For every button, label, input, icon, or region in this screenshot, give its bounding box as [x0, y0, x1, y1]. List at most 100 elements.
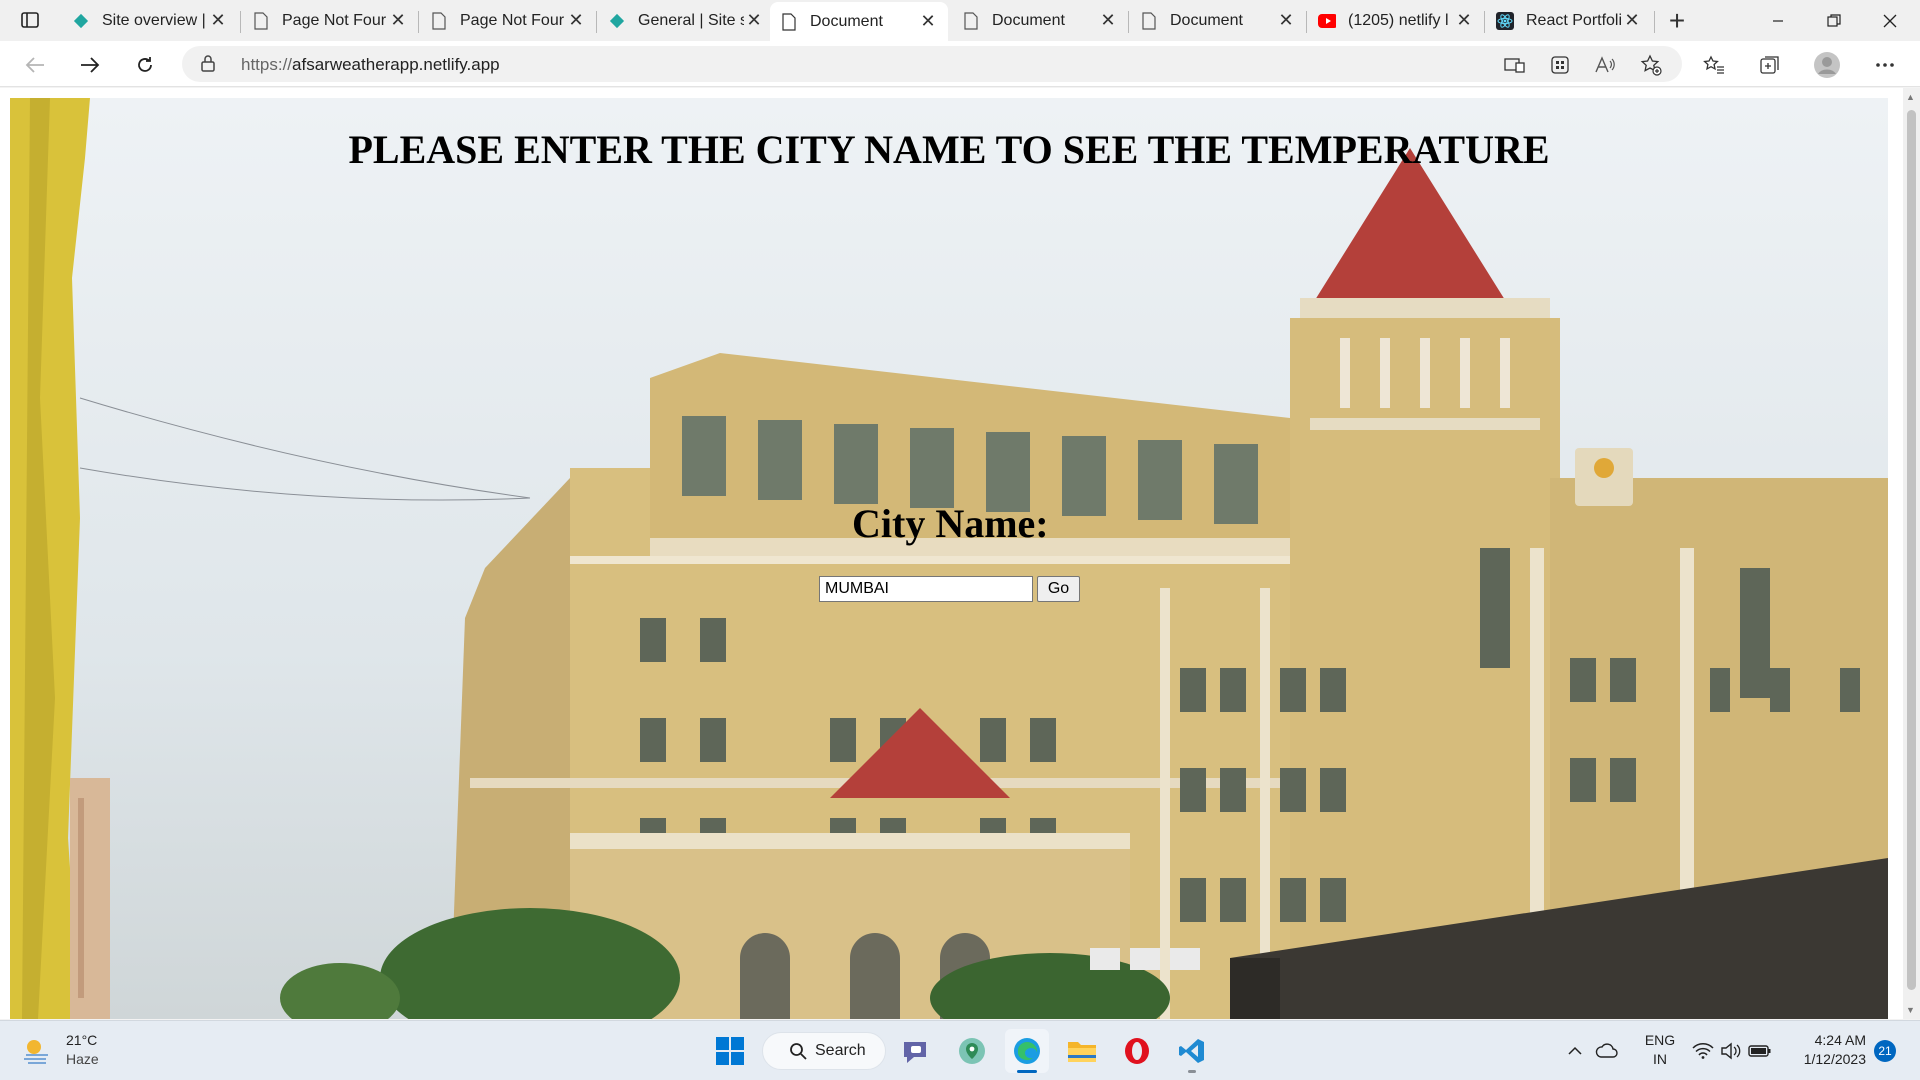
- app-available-icon: [1504, 58, 1525, 73]
- favorites-button[interactable]: [1699, 50, 1729, 80]
- tab-youtube-netlify[interactable]: (1205) netlify l ✕: [1308, 3, 1484, 38]
- youtube-icon: [1318, 12, 1336, 30]
- clock-date: 1/12/2023: [1803, 1051, 1866, 1067]
- tab-close-icon[interactable]: ✕: [388, 10, 408, 31]
- go-button[interactable]: Go: [1037, 576, 1080, 602]
- close-window-button[interactable]: [1862, 0, 1918, 41]
- tab-document-2[interactable]: Document ✕: [952, 3, 1128, 38]
- show-hidden-icons-button[interactable]: [1562, 1029, 1588, 1073]
- tab-close-icon[interactable]: ✕: [1098, 10, 1118, 31]
- page-headline: PLEASE ENTER THE CITY NAME TO SEE THE TE…: [348, 127, 1550, 172]
- windows-logo-icon: [716, 1037, 744, 1065]
- collections-button[interactable]: [1755, 50, 1785, 80]
- tab-react-portfolio[interactable]: React Portfolic ✕: [1486, 3, 1652, 38]
- chevron-up-icon: [1568, 1046, 1582, 1055]
- city-input[interactable]: [819, 576, 1033, 602]
- favorites-icon: [1703, 55, 1724, 74]
- back-button[interactable]: [18, 48, 52, 82]
- tab-close-icon[interactable]: ✕: [744, 10, 764, 31]
- forward-button[interactable]: [73, 48, 107, 82]
- city-name-label: City Name:: [852, 501, 1049, 546]
- new-tab-button[interactable]: +: [1662, 5, 1692, 36]
- chat-icon: [904, 1042, 926, 1063]
- page-icon: [962, 11, 980, 30]
- vertical-scrollbar[interactable]: ▲ ▼: [1903, 88, 1920, 1019]
- weather-temperature: 21°C: [66, 1032, 98, 1048]
- netlify-diamond-icon: [608, 12, 626, 30]
- tab-close-icon[interactable]: ✕: [918, 11, 938, 32]
- collections-icon: [1760, 56, 1779, 74]
- refresh-button[interactable]: [128, 48, 162, 82]
- back-arrow-icon: [25, 57, 44, 73]
- vscode-icon: [1179, 1039, 1204, 1063]
- settings-more-button[interactable]: [1870, 50, 1900, 80]
- page-icon: [430, 11, 448, 30]
- star-add-icon: [1640, 54, 1662, 76]
- volume-status[interactable]: [1718, 1029, 1744, 1073]
- map-pin-app-icon: [959, 1038, 985, 1064]
- url-text[interactable]: https://afsarweatherapp.netlify.app: [241, 55, 500, 75]
- tab-strip: Site overview | ✕ Page Not Four ✕ Page N…: [0, 0, 1920, 41]
- active-app-indicator: [1017, 1070, 1037, 1073]
- maps-app-button[interactable]: [950, 1029, 994, 1073]
- tab-page-not-found-1[interactable]: Page Not Four ✕: [242, 3, 418, 38]
- app-available-button[interactable]: [1500, 50, 1530, 80]
- file-explorer-button[interactable]: [1060, 1029, 1104, 1073]
- url-scheme: https://: [241, 55, 293, 74]
- scrollbar-thumb[interactable]: [1907, 110, 1916, 990]
- teams-chat-button[interactable]: [894, 1029, 938, 1073]
- apps-grid-button[interactable]: [1545, 50, 1575, 80]
- tab-title: Page Not Four: [460, 11, 565, 29]
- clock[interactable]: 4:24 AM 1/12/2023: [1790, 1031, 1866, 1069]
- battery-status[interactable]: [1746, 1029, 1774, 1073]
- tab-page-not-found-2[interactable]: Page Not Four ✕: [420, 3, 596, 38]
- tab-general-site-settings[interactable]: General | Site s ✕: [598, 3, 774, 38]
- tab-title: (1205) netlify l: [1348, 11, 1449, 29]
- tab-divider: [1306, 11, 1307, 33]
- speaker-icon: [1721, 1042, 1741, 1060]
- opera-browser-button[interactable]: [1115, 1029, 1159, 1073]
- tab-actions-button[interactable]: [10, 5, 50, 35]
- tab-title: Site overview |: [102, 11, 206, 29]
- onedrive-button[interactable]: [1592, 1029, 1622, 1073]
- read-aloud-button[interactable]: [1590, 50, 1620, 80]
- lock-icon[interactable]: [200, 54, 216, 77]
- close-icon: [1883, 14, 1897, 27]
- weather-widget[interactable]: 21°C Haze: [20, 1031, 99, 1069]
- clock-time: 4:24 AM: [1814, 1032, 1866, 1048]
- taskbar-search[interactable]: Search: [762, 1032, 886, 1070]
- wifi-status[interactable]: [1690, 1029, 1716, 1073]
- restore-button[interactable]: [1806, 0, 1862, 41]
- tab-close-icon[interactable]: ✕: [1622, 10, 1642, 31]
- tab-close-icon[interactable]: ✕: [1276, 10, 1296, 31]
- tab-divider: [418, 11, 419, 33]
- scroll-up-icon[interactable]: ▲: [1906, 92, 1915, 102]
- tab-divider: [1484, 11, 1485, 33]
- minimize-button[interactable]: [1750, 0, 1806, 41]
- input-language-indicator[interactable]: ENG IN: [1636, 1031, 1684, 1069]
- battery-charging-icon: [1748, 1045, 1771, 1057]
- address-bar[interactable]: https://afsarweatherapp.netlify.app: [182, 46, 1682, 82]
- notification-badge[interactable]: 21: [1874, 1040, 1896, 1062]
- vscode-button[interactable]: [1170, 1029, 1214, 1073]
- opera-icon: [1125, 1038, 1149, 1064]
- tab-document-3[interactable]: Document ✕: [1130, 3, 1306, 38]
- tab-close-icon[interactable]: ✕: [208, 10, 228, 31]
- add-favorite-button[interactable]: [1636, 50, 1666, 80]
- edge-browser-button[interactable]: [1005, 1029, 1049, 1073]
- building-illustration: [10, 98, 1888, 1019]
- tab-close-icon[interactable]: ✕: [566, 10, 586, 31]
- scroll-down-icon[interactable]: ▼: [1906, 1005, 1915, 1015]
- profile-button[interactable]: [1812, 50, 1842, 80]
- tab-document-active[interactable]: Document ✕: [770, 2, 948, 41]
- weather-condition: Haze: [66, 1051, 99, 1067]
- language-code: ENG: [1644, 1032, 1676, 1048]
- react-icon: [1496, 11, 1514, 30]
- page-viewport: PLEASE ENTER THE CITY NAME TO SEE THE TE…: [0, 88, 1920, 1019]
- tab-close-icon[interactable]: ✕: [1454, 10, 1474, 31]
- tab-site-overview[interactable]: Site overview | ✕: [62, 3, 238, 38]
- tab-title: Document: [992, 11, 1065, 29]
- background-photo: [10, 98, 1888, 1019]
- start-button[interactable]: [708, 1029, 752, 1073]
- netlify-diamond-icon: [72, 12, 90, 30]
